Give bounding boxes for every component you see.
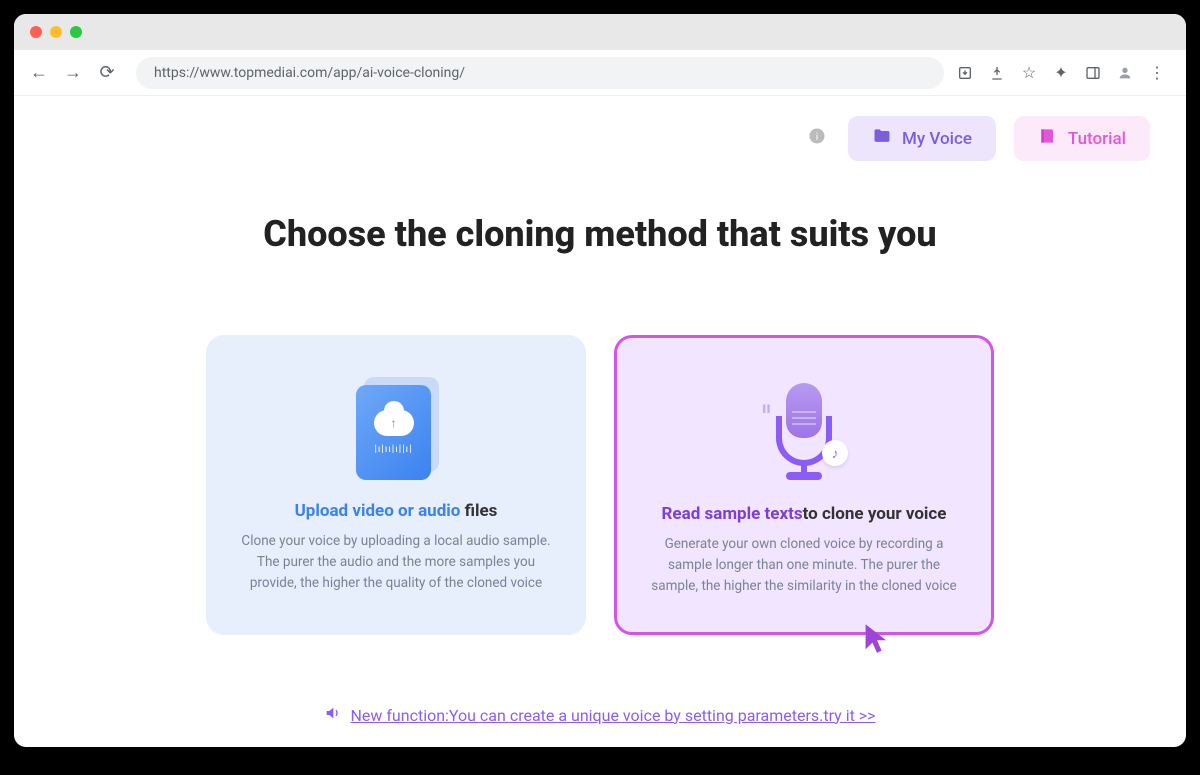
upload-icon: ↑ |ı|ıı|ı||ı| <box>346 375 446 485</box>
upload-card-title: Upload video or audio files <box>295 501 498 521</box>
tutorial-label: Tutorial <box>1068 129 1126 149</box>
record-card-desc: Generate your own cloned voice by record… <box>645 534 963 597</box>
my-voice-label: My Voice <box>902 129 972 149</box>
reload-button[interactable]: ⟳ <box>96 62 118 83</box>
microphone-icon: ıı ♪ <box>754 378 854 488</box>
extensions-icon[interactable]: ✦ <box>1052 64 1070 82</box>
install-icon[interactable] <box>956 64 974 82</box>
url-text: https://www.topmediai.com/app/ai-voice-c… <box>154 65 465 81</box>
upload-card[interactable]: ↑ |ı|ıı|ı||ı| Upload video or audio file… <box>206 335 586 635</box>
toolbar-actions: ☆ ✦ ⋮ <box>956 64 1172 82</box>
bookmark-icon[interactable]: ☆ <box>1020 64 1038 82</box>
folder-icon <box>872 126 892 151</box>
titlebar <box>14 14 1186 50</box>
upload-card-desc: Clone your voice by uploading a local au… <box>234 531 558 594</box>
upload-title-rest: files <box>460 501 497 521</box>
record-title-highlight: Read sample texts <box>662 504 803 524</box>
record-card[interactable]: ıı ♪ Read sample textsto clone your voic… <box>614 335 994 635</box>
upload-title-highlight: Upload video or audio <box>295 501 461 521</box>
record-title-rest: to clone your voice <box>803 504 947 524</box>
minimize-window-button[interactable] <box>50 26 62 38</box>
back-button[interactable]: ← <box>28 62 50 83</box>
share-icon[interactable] <box>988 64 1006 82</box>
traffic-lights <box>30 26 82 38</box>
page-content: i My Voice Tutorial Choose the cloning m… <box>14 96 1186 747</box>
tutorial-button[interactable]: Tutorial <box>1014 116 1150 161</box>
menu-icon[interactable]: ⋮ <box>1148 64 1166 82</box>
profile-icon[interactable] <box>1116 64 1134 82</box>
record-card-title: Read sample textsto clone your voice <box>662 504 947 524</box>
svg-text:i: i <box>816 130 819 143</box>
page-header-row: i My Voice Tutorial <box>50 116 1150 161</box>
url-bar[interactable]: https://www.topmediai.com/app/ai-voice-c… <box>136 57 944 89</box>
close-window-button[interactable] <box>30 26 42 38</box>
cursor-icon <box>863 622 891 658</box>
browser-toolbar: ← → ⟳ https://www.topmediai.com/app/ai-v… <box>14 50 1186 96</box>
info-icon[interactable]: i <box>808 127 826 150</box>
page-title: Choose the cloning method that suits you <box>50 213 1150 255</box>
new-function-row: New function:You can create a unique voi… <box>50 705 1150 725</box>
my-voice-button[interactable]: My Voice <box>848 116 996 161</box>
side-panel-icon[interactable] <box>1084 64 1102 82</box>
new-function-link[interactable]: New function:You can create a unique voi… <box>350 706 875 725</box>
maximize-window-button[interactable] <box>70 26 82 38</box>
cloning-method-cards: ↑ |ı|ıı|ı||ı| Upload video or audio file… <box>50 335 1150 635</box>
book-icon <box>1038 126 1058 151</box>
speaker-icon <box>324 705 340 725</box>
forward-button[interactable]: → <box>62 62 84 83</box>
browser-window: ← → ⟳ https://www.topmediai.com/app/ai-v… <box>14 14 1186 747</box>
